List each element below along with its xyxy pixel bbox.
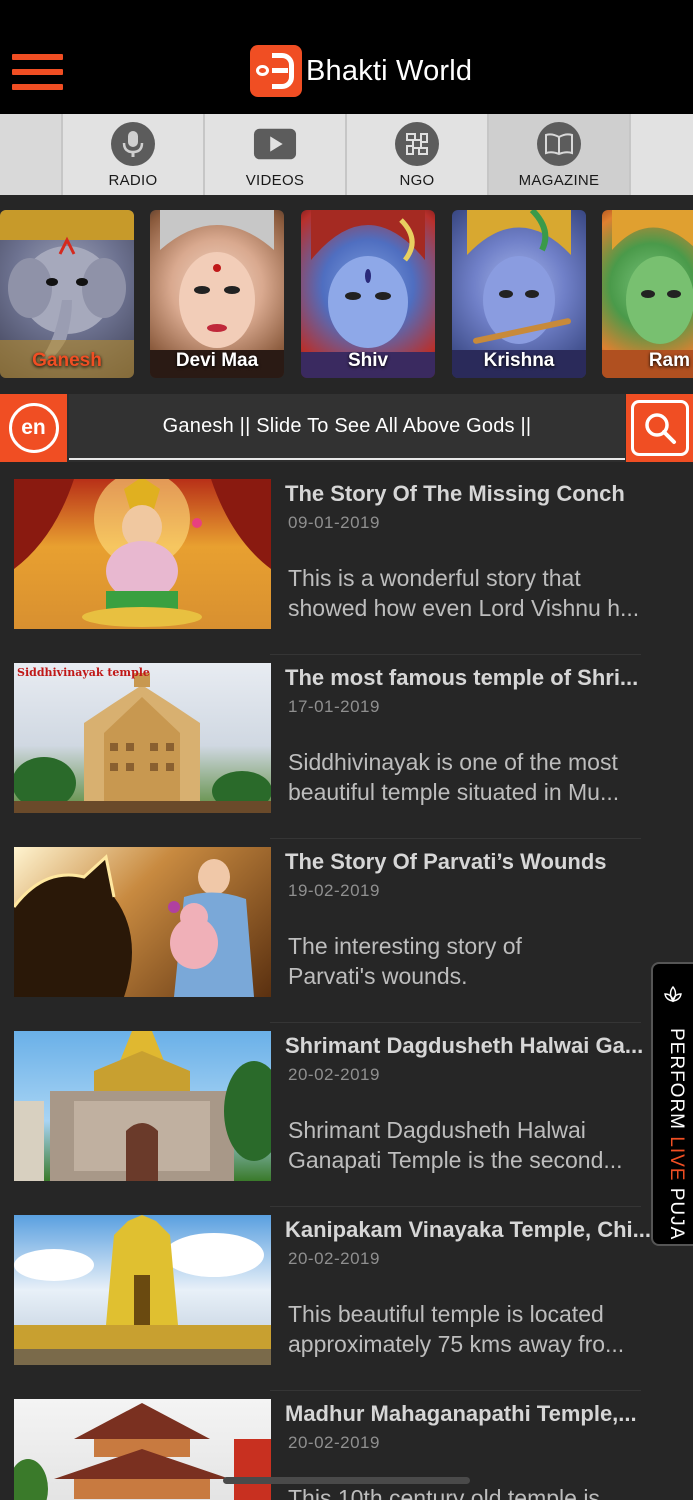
home-indicator	[223, 1477, 470, 1484]
god-label: Devi Maa	[175, 350, 259, 371]
article-date: 20-02-2019	[288, 1249, 380, 1268]
god-label: Krishna	[483, 350, 555, 371]
article-thumbnail	[14, 1399, 271, 1500]
madhur-temple-thumbnail-image	[14, 1403, 271, 1500]
article-description: This beautiful temple is located approxi…	[288, 1299, 680, 1359]
article-description: Shrimant Dagdusheth Halwai Ganapati Temp…	[288, 1115, 680, 1175]
thumbnail-caption: Siddhivinayak temple	[17, 666, 150, 679]
marquee-text: Ganesh || Slide To See All Above Gods ||	[69, 394, 625, 460]
article-item[interactable]: Siddhivinayak temple The most famous tem…	[0, 655, 693, 839]
god-card-ganesh[interactable]: Ganesh	[0, 210, 134, 378]
article-description: This is a wonderful story that showed ho…	[288, 563, 680, 623]
article-item[interactable]: The Story Of Parvati’s Wounds 19-02-2019…	[0, 839, 693, 1023]
article-description-line: approximately 75 kms away fro...	[288, 1331, 625, 1357]
article-description-line: This 10th century old temple is	[288, 1485, 600, 1500]
god-card-shiv[interactable]: Shiv	[301, 210, 435, 378]
puja-label-perform: PERFORM	[666, 1028, 687, 1137]
parvati-thumbnail-image	[14, 854, 254, 997]
article-description-line: Siddhivinayak is one of the most	[288, 749, 618, 775]
app-title: Bhakti World	[306, 54, 473, 87]
tab-spacer-right	[631, 114, 693, 195]
god-label: Ganesh	[32, 350, 102, 371]
article-date: 09-01-2019	[288, 513, 380, 532]
article-title: The most famous temple of Shri...	[285, 665, 639, 690]
book-icon	[537, 122, 581, 166]
ganesh-thumbnail-image	[14, 479, 271, 627]
article-description: Siddhivinayak is one of the most beautif…	[288, 747, 680, 807]
play-icon	[253, 122, 297, 166]
language-code: en	[8, 403, 59, 453]
perform-live-puja-button[interactable]: PERFORM LIVE PUJA	[651, 962, 693, 1246]
search-button[interactable]	[626, 394, 693, 462]
ngo-icon	[395, 122, 439, 166]
tab-magazine[interactable]: MAGAZINE	[489, 114, 631, 195]
article-thumbnail	[14, 1031, 271, 1181]
lotus-icon	[664, 985, 682, 1003]
article-thumbnail	[14, 847, 271, 997]
article-thumbnail	[14, 479, 271, 629]
god-label: Shiv	[347, 350, 389, 371]
god-card-devi-maa[interactable]: Devi Maa	[150, 210, 284, 378]
article-date: 17-01-2019	[288, 697, 380, 716]
article-description: The interesting story of Parvati's wound…	[288, 931, 680, 991]
filter-bar: en Ganesh || Slide To See All Above Gods…	[0, 394, 693, 462]
temple-thumbnail-image	[14, 673, 271, 813]
puja-label-live: LIVE	[666, 1136, 687, 1182]
tab-label: VIDEOS	[245, 172, 305, 189]
article-description-line: The interesting story of	[288, 933, 522, 959]
dagdusheth-temple-thumbnail-image	[14, 1031, 271, 1181]
article-item[interactable]: Shrimant Dagdusheth Halwai Ga... 20-02-2…	[0, 1023, 693, 1207]
article-title: The Story Of The Missing Conch	[285, 481, 625, 506]
god-card-krishna[interactable]: Krishna	[452, 210, 586, 378]
article-description-line: Parvati's wounds.	[288, 963, 468, 989]
article-description: This 10th century old temple is	[288, 1483, 680, 1500]
tab-radio[interactable]: RADIO	[63, 114, 205, 195]
search-icon	[630, 400, 689, 456]
article-description-line: beautiful temple situated in Mu...	[288, 779, 620, 805]
tab-label: MAGAZINE	[518, 172, 600, 189]
gods-carousel[interactable]: Ganesh Devi Maa Shiv Krishna Ram	[0, 195, 693, 393]
tab-ngo[interactable]: NGO	[347, 114, 489, 195]
article-description-line: showed how even Lord Vishnu h...	[288, 595, 640, 621]
article-thumbnail	[14, 1215, 271, 1365]
tab-spacer-left	[0, 114, 63, 195]
article-title: Kanipakam Vinayaka Temple, Chi...	[285, 1217, 651, 1242]
app-header: Bhakti World	[0, 0, 693, 114]
article-title: The Story Of Parvati’s Wounds	[285, 849, 607, 874]
article-title: Madhur Mahaganapathi Temple,...	[285, 1401, 637, 1426]
god-label: Ram	[648, 350, 690, 371]
article-thumbnail: Siddhivinayak temple	[14, 663, 271, 813]
article-date: 20-02-2019	[288, 1433, 380, 1452]
article-item[interactable]: The Story Of The Missing Conch 09-01-201…	[0, 471, 693, 655]
tab-label: NGO	[399, 172, 435, 189]
article-item[interactable]: Kanipakam Vinayaka Temple, Chi... 20-02-…	[0, 1207, 693, 1391]
article-description-line: This is a wonderful story that	[288, 565, 581, 591]
category-tabs: RADIO VIDEOS NGO MAGAZINE	[0, 114, 693, 195]
microphone-icon	[111, 122, 155, 166]
article-date: 20-02-2019	[288, 1065, 380, 1084]
article-date: 19-02-2019	[288, 881, 380, 900]
tab-label: RADIO	[108, 172, 158, 189]
kanipakam-temple-thumbnail-image	[14, 1215, 271, 1365]
tab-videos[interactable]: VIDEOS	[205, 114, 347, 195]
article-description-line: This beautiful temple is located	[288, 1301, 604, 1327]
bhakti-world-logo	[250, 45, 302, 97]
perform-live-puja-label: PERFORM LIVE PUJA	[661, 1028, 687, 1240]
god-card-ram[interactable]: Ram	[602, 210, 693, 378]
article-title: Shrimant Dagdusheth Halwai Ga...	[285, 1033, 644, 1058]
hamburger-menu-icon[interactable]	[12, 54, 63, 90]
puja-label-puja: PUJA	[666, 1181, 687, 1241]
app-brand: Bhakti World	[250, 45, 472, 97]
language-button[interactable]: en	[0, 394, 67, 462]
article-description-line: Shrimant Dagdusheth Halwai	[288, 1117, 586, 1143]
article-description-line: Ganapati Temple is the second...	[288, 1147, 623, 1173]
